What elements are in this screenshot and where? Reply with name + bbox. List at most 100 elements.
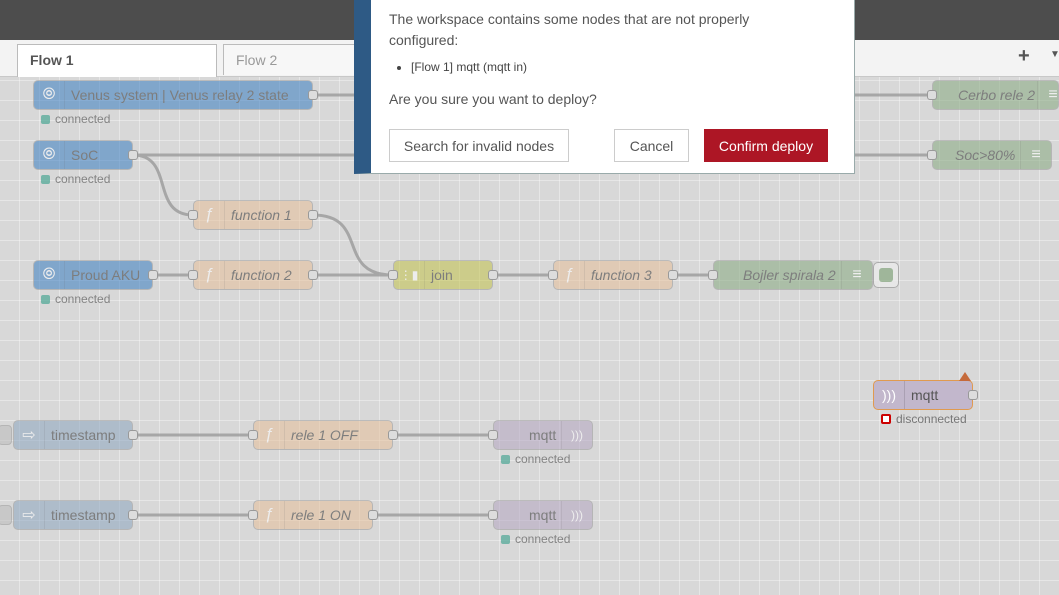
status-disconnected: disconnected	[881, 412, 967, 426]
input-port[interactable]	[548, 270, 558, 280]
dialog-message: The workspace contains some nodes that a…	[389, 11, 750, 48]
deploy-confirm-dialog: The workspace contains some nodes that a…	[354, 0, 855, 174]
status-connected: connected	[41, 292, 110, 306]
mqtt-out-2-node[interactable]: mqtt )))	[493, 500, 593, 530]
debug-toggle-button[interactable]	[873, 262, 899, 288]
function-icon: ƒ	[194, 261, 225, 289]
node-label: rele 1 OFF	[291, 427, 358, 443]
node-label: join	[431, 267, 453, 283]
mqtt-in-node[interactable]: ))) mqtt	[873, 380, 973, 410]
output-port[interactable]	[308, 270, 318, 280]
confirm-deploy-button[interactable]: Confirm deploy	[704, 129, 828, 162]
timestamp-1-node[interactable]: ⇨ timestamp	[13, 420, 133, 450]
status-dot	[501, 534, 510, 544]
proud-aku-node[interactable]: ⦾ Proud AKU	[33, 260, 153, 290]
status-connected: connected	[501, 532, 570, 546]
input-port[interactable]	[927, 150, 937, 160]
status-connected: connected	[41, 112, 110, 126]
node-label: Venus system | Venus relay 2 state	[71, 87, 289, 103]
input-port[interactable]	[708, 270, 718, 280]
status-dot	[41, 174, 50, 184]
function-2-node[interactable]: ƒ function 2	[193, 260, 313, 290]
status-text: disconnected	[896, 412, 967, 426]
input-port[interactable]	[188, 210, 198, 220]
node-label: Soc>80%	[955, 147, 1016, 163]
input-port[interactable]	[248, 430, 258, 440]
input-port[interactable]	[388, 270, 398, 280]
output-port[interactable]	[368, 510, 378, 520]
output-port[interactable]	[128, 430, 138, 440]
inject-button[interactable]	[0, 505, 12, 525]
list-icon: ≡	[841, 261, 872, 289]
inject-arrow-icon: ⇨	[14, 501, 45, 529]
status-dot	[881, 414, 891, 424]
status-connected: connected	[41, 172, 110, 186]
output-port[interactable]	[128, 150, 138, 160]
function-icon: ƒ	[554, 261, 585, 289]
venus-relay-node[interactable]: ⦾ Venus system | Venus relay 2 state	[33, 80, 313, 110]
input-port[interactable]	[248, 510, 258, 520]
soc80-node[interactable]: Soc>80% ≡	[932, 140, 1052, 170]
output-port[interactable]	[308, 210, 318, 220]
timestamp-2-node[interactable]: ⇨ timestamp	[13, 500, 133, 530]
mqtt-icon: )))	[561, 421, 592, 449]
output-port[interactable]	[388, 430, 398, 440]
list-item: [Flow 1] mqtt (mqtt in)	[411, 60, 527, 74]
output-port[interactable]	[968, 390, 978, 400]
output-port[interactable]	[308, 90, 318, 100]
mqtt-icon: )))	[561, 501, 592, 529]
input-port[interactable]	[188, 270, 198, 280]
output-port[interactable]	[128, 510, 138, 520]
node-label: SoC	[71, 147, 99, 163]
bojler-spirala-node[interactable]: Bojler spirala 2 ≡	[713, 260, 873, 290]
status-text: connected	[515, 452, 571, 466]
invalid-nodes-list: [Flow 1] mqtt (mqtt in)	[389, 60, 527, 74]
input-port[interactable]	[488, 430, 498, 440]
list-icon: ≡	[1037, 81, 1059, 109]
output-port[interactable]	[488, 270, 498, 280]
debug-toggle-indicator	[879, 268, 893, 282]
status-dot	[41, 294, 50, 304]
status-text: connected	[55, 292, 111, 306]
list-icon: ≡	[1020, 141, 1051, 169]
inject-arrow-icon: ⇨	[14, 421, 45, 449]
join-node[interactable]: ⋮▮ join	[393, 260, 493, 290]
dialog-question: Are you sure you want to deploy?	[389, 91, 597, 107]
node-label: function 1	[231, 207, 292, 223]
status-text: connected	[515, 532, 571, 546]
wire-soc-function1	[132, 153, 194, 217]
rele-1-on-node[interactable]: ƒ rele 1 ON	[253, 500, 373, 530]
node-label: timestamp	[51, 507, 116, 523]
node-label: rele 1 ON	[291, 507, 351, 523]
node-label: timestamp	[51, 427, 116, 443]
status-connected: connected	[501, 452, 570, 466]
function-icon: ƒ	[254, 421, 285, 449]
node-label: Bojler spirala 2	[743, 267, 836, 283]
search-invalid-nodes-button[interactable]: Search for invalid nodes	[389, 129, 569, 162]
node-label: Proud AKU	[71, 267, 141, 283]
inject-button[interactable]	[0, 425, 12, 445]
cerbo-rele-node[interactable]: Cerbo rele 2 ≡	[932, 80, 1059, 110]
status-dot	[41, 114, 50, 124]
function-3-node[interactable]: ƒ function 3	[553, 260, 673, 290]
mqtt-out-1-node[interactable]: mqtt )))	[493, 420, 593, 450]
output-port[interactable]	[148, 270, 158, 280]
node-label: Cerbo rele 2	[958, 87, 1036, 103]
node-label: function 3	[591, 267, 652, 283]
output-port[interactable]	[668, 270, 678, 280]
node-label: mqtt	[529, 427, 557, 443]
rele-1-off-node[interactable]: ƒ rele 1 OFF	[253, 420, 393, 450]
join-icon: ⋮▮	[394, 261, 425, 289]
cancel-button[interactable]: Cancel	[614, 129, 689, 162]
node-label: function 2	[231, 267, 292, 283]
mqtt-icon: )))	[874, 381, 905, 409]
input-port[interactable]	[488, 510, 498, 520]
status-dot	[501, 454, 510, 464]
function-1-node[interactable]: ƒ function 1	[193, 200, 313, 230]
input-port[interactable]	[927, 90, 937, 100]
soc-node[interactable]: ⦾ SoC	[33, 140, 133, 170]
function-icon: ƒ	[194, 201, 225, 229]
function-icon: ƒ	[254, 501, 285, 529]
node-label: mqtt	[911, 387, 939, 403]
wire-function1-join	[312, 213, 394, 277]
